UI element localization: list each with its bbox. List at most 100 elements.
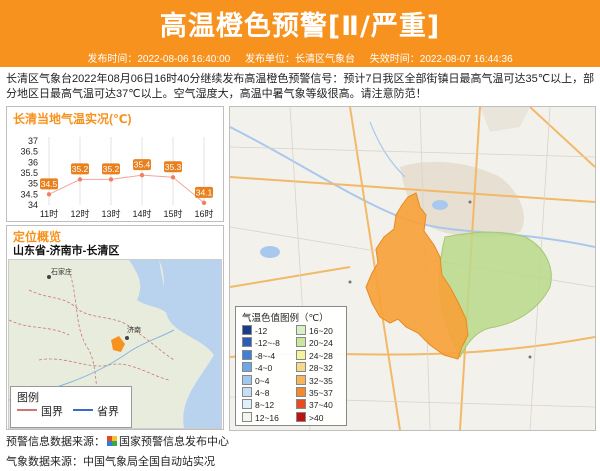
temperature-data-label: 35.2 — [103, 164, 120, 174]
y-tick-label: 36 — [28, 157, 38, 167]
x-tick-label: 12时 — [70, 208, 89, 219]
expire-time: 失效时间：2022-08-07 16:44:36 — [369, 54, 513, 65]
color-swatch — [242, 337, 252, 348]
warning-source-org[interactable]: 国家预警信息发布中心 — [119, 436, 229, 448]
boundary-legend: 图例 国界 省界 — [10, 386, 132, 428]
color-legend-label: 32~35 — [309, 375, 333, 386]
temperature-point — [139, 172, 145, 178]
color-legend-label: 16~20 — [309, 326, 333, 336]
color-legend-label: 35~37 — [309, 388, 333, 398]
color-legend-label: -12 — [255, 326, 268, 336]
color-legend-item: 20~24 — [296, 337, 333, 349]
color-legend-label: 28~32 — [309, 363, 333, 374]
color-legend-item: 0~4 — [242, 374, 270, 386]
weather-source-line: 气象数据来源：中国气象局全国自动站实况 — [6, 456, 215, 468]
boundary-legend-title: 图例 — [17, 392, 39, 404]
warning-summary: 长清区气象台2022年08月06日16时40分继续发布高温橙色预警信号：预计7日… — [6, 73, 595, 100]
color-legend-label: >40 — [309, 412, 324, 423]
color-legend-label: 37~40 — [309, 400, 333, 411]
color-swatch — [296, 349, 306, 360]
y-tick-label: 34 — [28, 200, 38, 210]
temperature-point — [46, 192, 52, 197]
color-legend-label: 8~12 — [255, 400, 275, 411]
color-swatch — [296, 387, 306, 397]
temperature-data-label: 34.5 — [41, 179, 58, 189]
y-tick-label: 35.5 — [20, 168, 38, 178]
provincial-border-label: 省界 — [97, 406, 119, 418]
y-tick-label: 35 — [28, 179, 38, 189]
color-legend-label: 20~24 — [309, 338, 333, 349]
color-legend-item: 32~35 — [296, 374, 333, 386]
color-legend-label: 0~4 — [255, 375, 270, 386]
color-swatch — [296, 337, 306, 348]
color-swatch — [296, 374, 306, 385]
color-swatch — [242, 399, 252, 410]
color-swatch — [296, 325, 306, 335]
color-legend-item: 37~40 — [296, 399, 333, 411]
provincial-border-line — [73, 409, 93, 411]
temperature-data-label: 35.3 — [165, 162, 182, 172]
temperature-data-label: 35.4 — [134, 160, 151, 170]
temperature-data-label: 35.2 — [72, 164, 89, 174]
color-swatch — [242, 362, 252, 373]
x-tick-label: 16时 — [194, 208, 213, 219]
temperature-point — [77, 177, 83, 182]
x-tick-label: 13时 — [101, 208, 120, 219]
warning-source-label: 预警信息数据来源： — [6, 436, 105, 448]
warning-title: 高温橙色预警[Ⅱ/严重] — [159, 11, 441, 42]
color-swatch — [242, 411, 252, 422]
color-legend-label: 24~28 — [309, 350, 333, 361]
warning-area-map[interactable]: 气温色值图例（℃） -12 16~20 -12~-8 20~24 -8~-4 24~28 -… — [229, 106, 596, 431]
temperature-point — [108, 177, 114, 182]
temperature-point — [201, 200, 207, 206]
temperature-data-label: 34.1 — [196, 187, 213, 197]
national-border-line — [17, 409, 37, 411]
color-legend-item: -12 — [242, 325, 268, 336]
warning-center-logo-icon — [107, 436, 117, 446]
minimap-label-jinan: 济南 — [127, 325, 141, 334]
temperature-chart: 3736.53635.53534.53411时 12时 13时 14时 15时 16时34… — [20, 136, 213, 219]
color-legend-item: 4~8 — [242, 387, 270, 398]
y-tick-label: 37 — [28, 136, 38, 146]
color-legend-label: -12~-8 — [255, 338, 280, 349]
color-legend-label: -8~-4 — [255, 350, 276, 361]
color-legend-label: -4~0 — [255, 363, 273, 374]
minimap-label-shijiazhuang: 石家庄 — [51, 267, 72, 276]
issuer: 发布单位：长清区气象台 — [245, 54, 355, 65]
color-swatch — [296, 362, 306, 373]
color-swatch — [242, 349, 252, 360]
temperature-color-legend: 气温色值图例（℃） -12 16~20 -12~-8 20~24 -8~-4 24~28 -… — [235, 306, 347, 426]
color-legend-item: 28~32 — [296, 362, 333, 374]
y-tick-label: 36.5 — [20, 147, 38, 157]
temperature-series-line — [48, 174, 205, 204]
location-path: 山东省-济南市-长清区 — [13, 245, 120, 257]
color-legend-item: -4~0 — [242, 362, 273, 374]
warning-meta: 发布时间：2022-08-06 16:40:00 发布单位：长清区气象台 失效时… — [0, 50, 600, 65]
color-legend-title: 气温色值图例（℃） — [242, 313, 329, 324]
color-legend-item: -12~-8 — [242, 337, 280, 349]
header-banner: 高温橙色预警[Ⅱ/严重] 发布时间：2022-08-06 16:40:00 发布… — [0, 0, 600, 67]
color-swatch — [296, 411, 306, 422]
color-legend-label: 12~16 — [255, 412, 279, 423]
warning-source-line: 预警信息数据来源： 国家预警信息发布中心 — [6, 433, 229, 449]
color-legend-label: 4~8 — [255, 388, 270, 398]
color-legend-item: 8~12 — [242, 399, 275, 411]
color-swatch — [296, 399, 306, 410]
issue-time: 发布时间：2022-08-06 16:40:00 — [87, 54, 231, 65]
x-tick-label: 15时 — [163, 208, 182, 219]
color-swatch — [242, 374, 252, 385]
x-tick-label: 11时 — [40, 208, 58, 219]
color-legend-item: 24~28 — [296, 349, 333, 361]
color-legend-item: >40 — [296, 411, 324, 423]
temperature-panel: 长清当地气温实况(℃) 37 36.5 36 35.5 35 34.5 34 11时 12时 13… — [6, 106, 224, 222]
color-legend-item: 12~16 — [242, 411, 279, 423]
color-swatch — [242, 387, 252, 397]
color-legend-item: -8~-4 — [242, 349, 276, 361]
x-tick-label: 14时 — [132, 208, 151, 219]
temperature-point — [170, 175, 176, 180]
national-border-label: 国界 — [41, 406, 63, 418]
color-swatch — [242, 325, 252, 335]
y-tick-label: 34.5 — [20, 189, 38, 199]
color-legend-item: 16~20 — [296, 325, 333, 336]
color-legend-item: 35~37 — [296, 387, 333, 398]
